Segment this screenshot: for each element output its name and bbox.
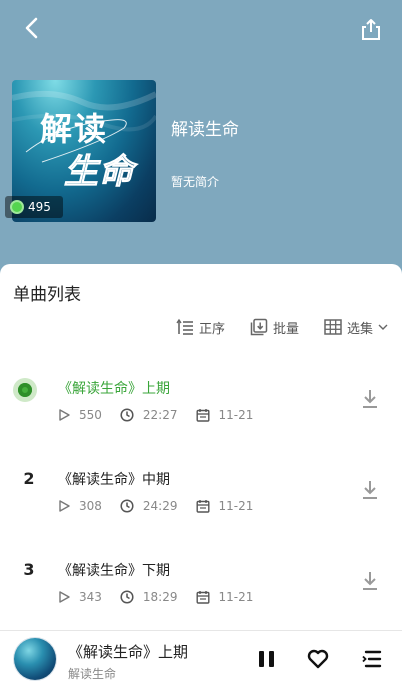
sort-order-label: 正序 (199, 321, 226, 337)
track-meta: 550 22:27 11-21 (58, 408, 271, 422)
share-button[interactable] (358, 16, 384, 42)
track-duration: 24:29 (120, 499, 178, 513)
play-icon (59, 409, 70, 421)
track-item[interactable]: 3 《解读生命》下期 343 18:29 11-21 (0, 540, 402, 626)
cover-text-line2: 生命 (64, 152, 134, 193)
episode-select-label: 选集 (347, 321, 374, 337)
album-title: 解读生命 (171, 120, 239, 140)
track-duration-value: 18:29 (142, 590, 178, 604)
play-icon (59, 591, 70, 603)
track-date-value: 11-21 (218, 499, 254, 513)
batch-label: 批量 (273, 321, 300, 337)
play-icon (59, 500, 70, 512)
player-album-art[interactable] (14, 638, 56, 680)
track-plays-value: 550 (79, 408, 102, 422)
episode-select-button[interactable]: 选集 (324, 316, 388, 338)
calendar-icon (196, 591, 210, 604)
track-plays: 343 (58, 590, 102, 604)
play-count-dot-icon (12, 202, 22, 212)
mini-player[interactable]: 《解读生命》上期 解读生命 (0, 630, 402, 694)
track-meta: 308 24:29 11-21 (58, 499, 271, 513)
batch-button[interactable]: 批量 (250, 316, 299, 338)
track-item[interactable]: 《解读生命》上期 550 22:27 11-21 (0, 358, 402, 444)
track-duration-value: 24:29 (142, 499, 178, 513)
track-meta: 343 18:29 11-21 (58, 590, 271, 604)
clock-icon (120, 590, 134, 604)
download-button[interactable] (360, 479, 380, 501)
clock-icon (120, 499, 134, 513)
chevron-down-icon (378, 324, 388, 330)
track-date: 11-21 (196, 499, 254, 513)
order-icon (176, 318, 193, 335)
player-track-title: 《解读生命》上期 (68, 643, 189, 661)
album-header: 解读 生命 495 解读生命 暂无简介 (0, 0, 402, 300)
track-title: 《解读生命》中期 (58, 472, 170, 488)
download-button[interactable] (360, 570, 380, 592)
track-date-value: 11-21 (218, 408, 254, 422)
pause-icon (259, 651, 274, 667)
track-duration: 18:29 (120, 590, 178, 604)
track-plays-value: 308 (79, 499, 102, 513)
batch-icon (250, 318, 268, 336)
share-icon (362, 19, 380, 40)
favorite-button[interactable] (306, 647, 330, 671)
player-album-name: 解读生命 (68, 667, 117, 681)
download-button[interactable] (360, 388, 380, 410)
track-index: 3 (23, 560, 35, 579)
track-plays-value: 343 (79, 590, 102, 604)
download-icon (363, 390, 377, 408)
track-plays: 308 (58, 499, 102, 513)
track-duration-value: 22:27 (142, 408, 178, 422)
calendar-icon (196, 409, 210, 422)
track-date: 11-21 (196, 590, 254, 604)
back-button[interactable] (18, 14, 46, 42)
track-title: 《解读生命》下期 (58, 563, 170, 579)
back-icon (25, 17, 38, 39)
track-index: 2 (23, 469, 35, 488)
heart-icon (307, 649, 329, 669)
grid-icon (324, 319, 342, 335)
track-title: 《解读生命》上期 (58, 381, 170, 397)
playlist-button[interactable] (360, 647, 384, 671)
now-playing-indicator-icon (13, 378, 37, 402)
track-date: 11-21 (196, 408, 254, 422)
play-count-value: 495 (28, 200, 51, 214)
album-description: 暂无简介 (171, 175, 220, 189)
playlist-icon (362, 650, 382, 668)
track-plays: 550 (58, 408, 102, 422)
pause-button[interactable] (255, 647, 279, 671)
track-date-value: 11-21 (218, 590, 254, 604)
track-list-title: 单曲列表 (13, 285, 81, 305)
clock-icon (120, 408, 134, 422)
download-icon (363, 572, 377, 590)
play-count-badge: 495 (5, 196, 63, 218)
track-item[interactable]: 2 《解读生命》中期 308 24:29 11-21 (0, 449, 402, 535)
calendar-icon (196, 500, 210, 513)
track-duration: 22:27 (120, 408, 178, 422)
download-icon (363, 481, 377, 499)
sort-order-button[interactable]: 正序 (176, 316, 225, 338)
